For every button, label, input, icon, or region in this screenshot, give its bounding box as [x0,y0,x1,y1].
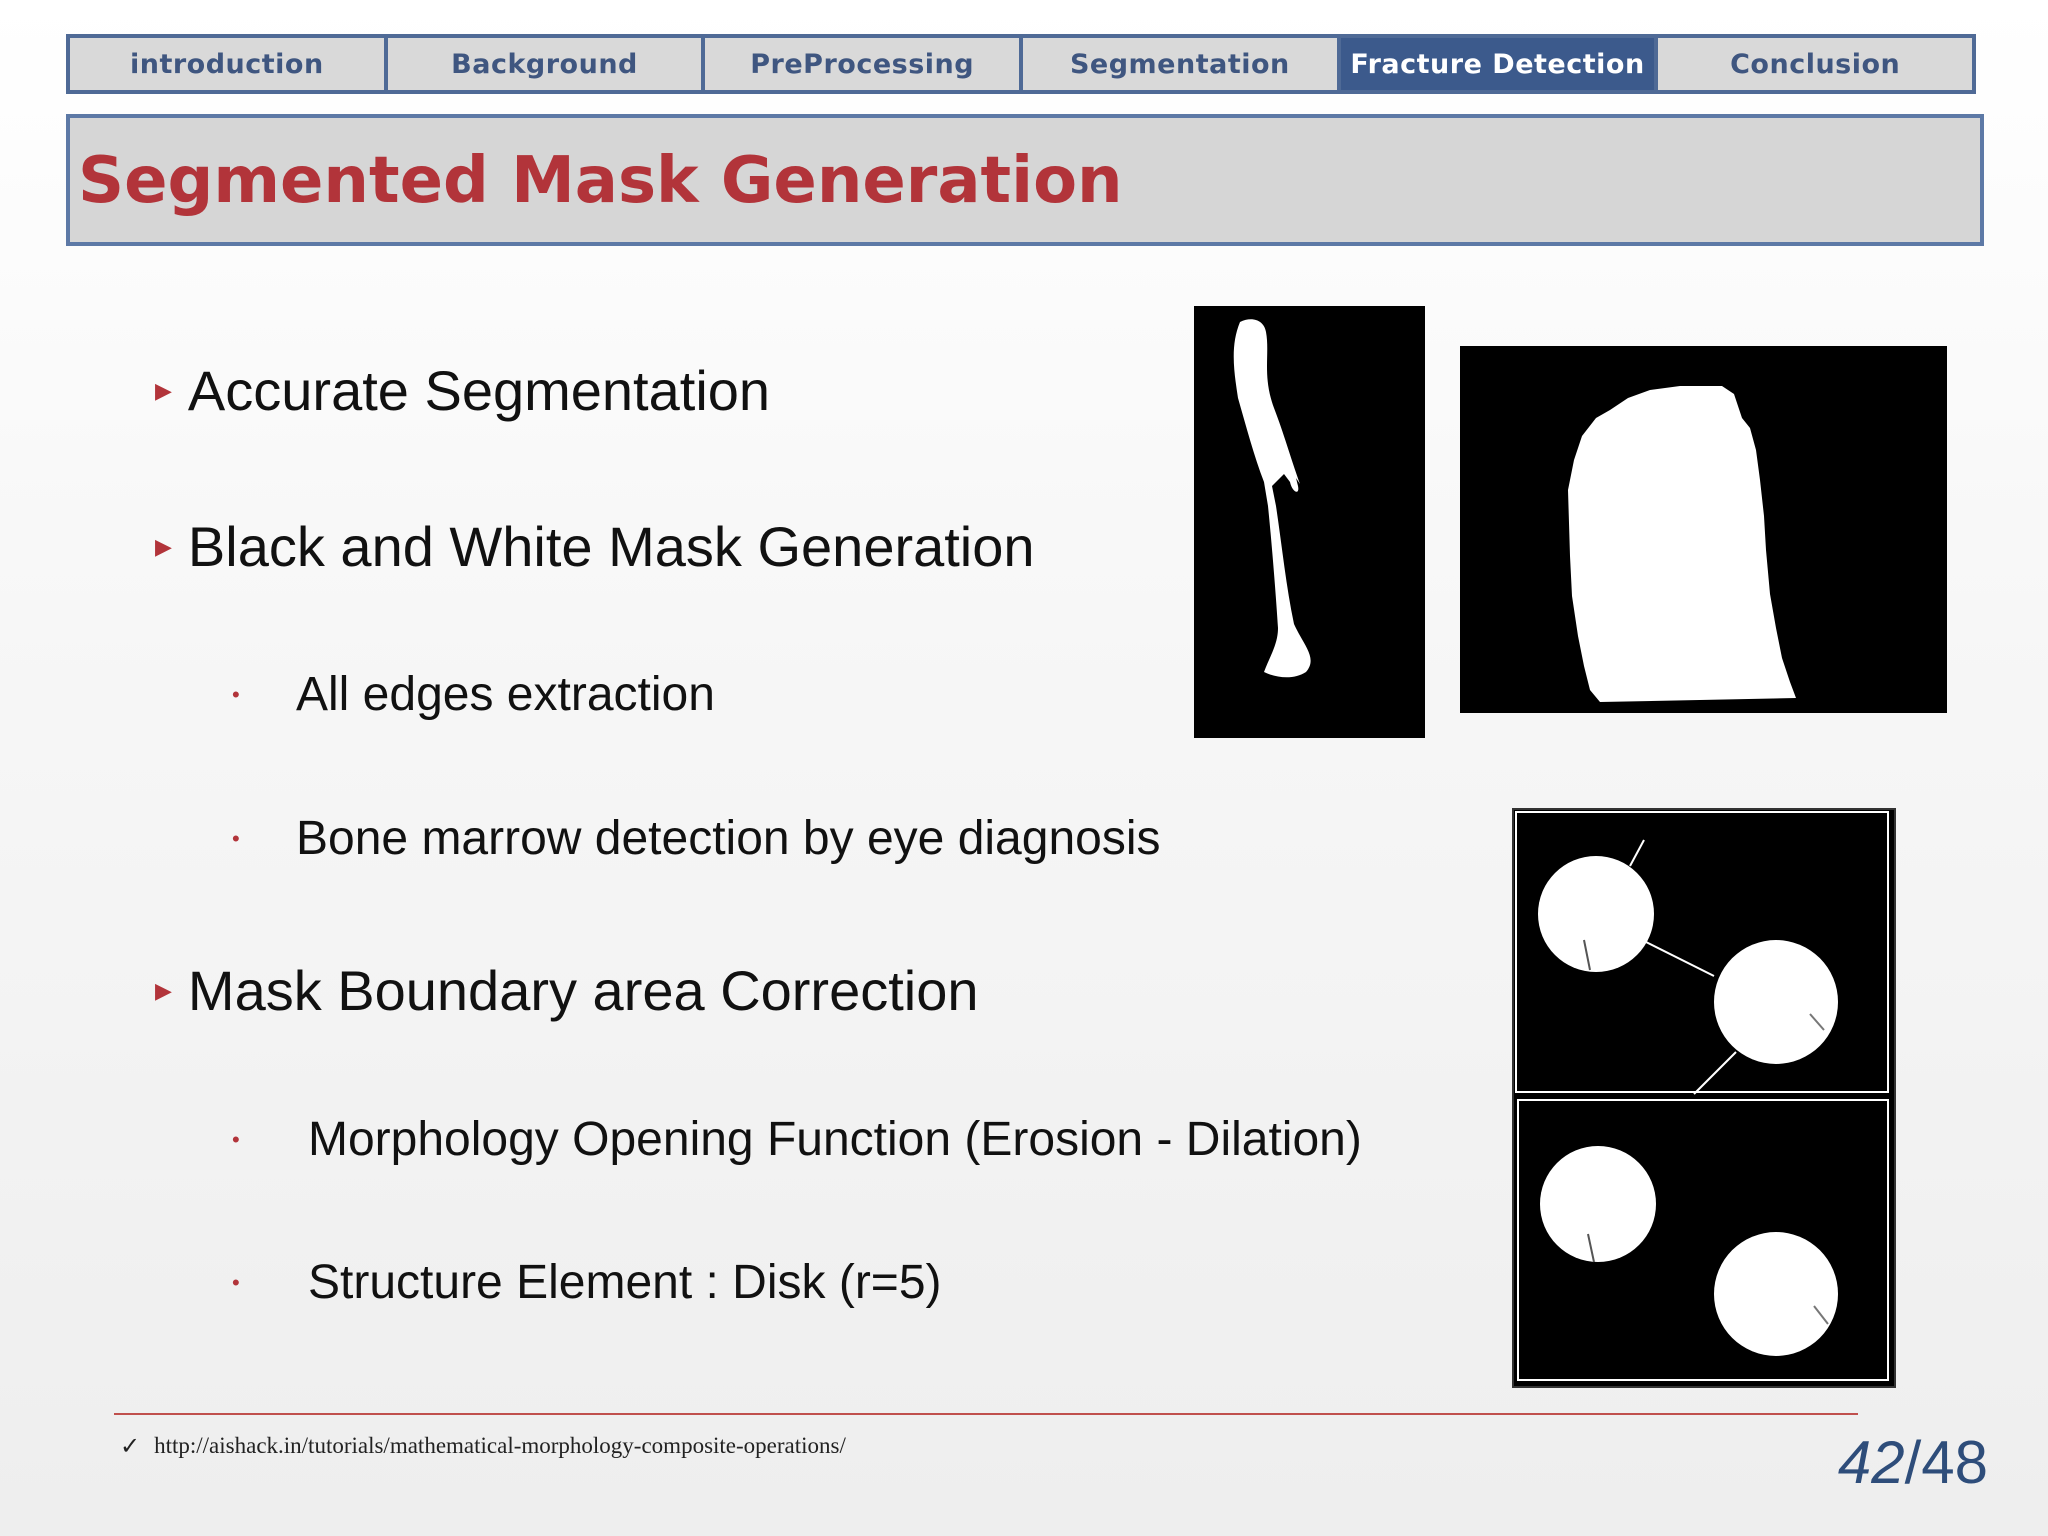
bullet-text: Mask Boundary area Correction [187,959,979,1022]
bullet-text: Structure Element : Disk (r=5) [308,1256,942,1309]
footer-divider [114,1413,1858,1415]
bullet-text: Accurate Segmentation [187,359,771,422]
tab-preprocessing[interactable]: PreProcessing [705,38,1020,90]
zoomed-mask-image [1460,346,1947,713]
morphology-opening-diagram [1515,811,1889,1381]
slide-title: Segmented Mask Generation [78,144,1123,218]
triangle-bullet-icon: ▶ [155,533,172,559]
title-bar: Segmented Mask Generation [66,114,1984,246]
morphology-opening-image [1512,808,1896,1388]
dot-bullet-icon: • [232,681,240,707]
check-icon: ✓ [120,1432,141,1460]
page-number: 42 /48 [1838,1428,1988,1497]
tab-introduction[interactable]: introduction [70,38,384,90]
tab-segmentation[interactable]: Segmentation [1023,38,1337,90]
zoomed-mask-shape [1568,386,1796,702]
bone-mask-shape [1233,319,1311,678]
bullet-item: ▶ Black and White Mask Generation [155,514,1035,579]
dot-bullet-icon: • [232,1126,240,1152]
triangle-bullet-icon: ▶ [155,377,172,403]
sub-bullet-item: • All edges extraction [232,667,715,722]
sub-bullet-item: • Morphology Opening Function (Erosion -… [232,1112,1362,1167]
triangle-bullet-icon: ▶ [155,977,172,1003]
bullet-text: Morphology Opening Function (Erosion - D… [308,1113,1362,1166]
section-nav: introduction Background PreProcessing Se… [66,34,1976,94]
bullet-text: All edges extraction [296,668,715,721]
tab-conclusion[interactable]: Conclusion [1658,38,1973,90]
page-total: /48 [1904,1429,1988,1496]
reference-url[interactable]: http://aishack.in/tutorials/mathematical… [154,1433,846,1459]
tab-background[interactable]: Background [387,38,702,90]
page-current: 42 [1837,1429,1905,1496]
bullet-item: ▶ Mask Boundary area Correction [155,958,979,1023]
reference-link[interactable]: ✓ http://aishack.in/tutorials/mathematic… [120,1432,846,1460]
dot-bullet-icon: • [232,825,240,851]
tab-fracture-detection[interactable]: Fracture Detection [1340,38,1655,90]
bullet-item: ▶ Accurate Segmentation [155,358,770,423]
bone-mask-image [1194,306,1425,738]
sub-bullet-item: • Structure Element : Disk (r=5) [232,1255,942,1310]
bullet-text: Bone marrow detection by eye diagnosis [296,812,1161,865]
dot-bullet-icon: • [232,1269,240,1295]
bullet-text: Black and White Mask Generation [187,515,1035,578]
sub-bullet-item: • Bone marrow detection by eye diagnosis [232,811,1161,866]
